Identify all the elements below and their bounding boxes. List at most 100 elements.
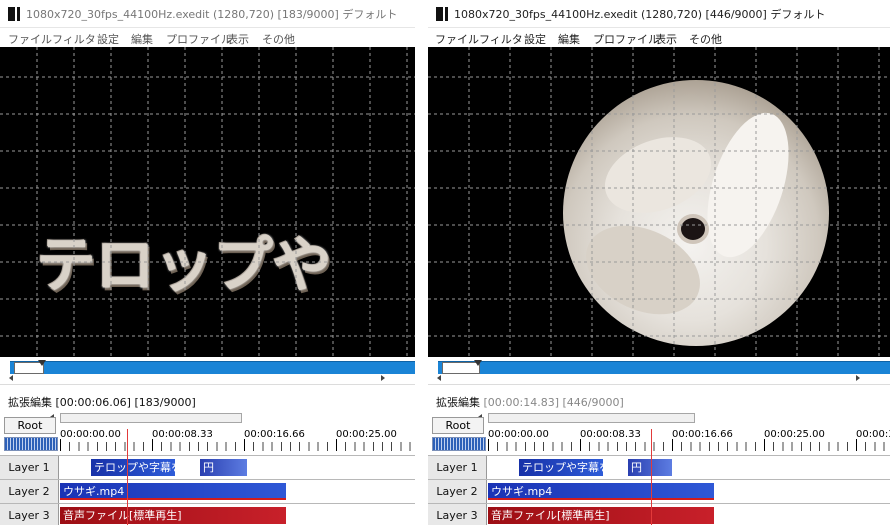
scroll-left-icon[interactable]: [437, 375, 441, 381]
circle-clip[interactable]: 円: [628, 459, 672, 476]
ruler-label: 00:00:16.66: [244, 429, 305, 440]
menu-file[interactable]: ファイル: [435, 31, 479, 47]
ruler-label: 00:00:16.66: [672, 429, 733, 440]
left-editor-window: 1080x720_30fps_44100Hz.exedit (1280,720)…: [0, 0, 415, 525]
layer-row: Layer 2 ウサギ.mp4: [0, 479, 415, 503]
app-icon: [436, 7, 448, 21]
title-bar: 1080x720_30fps_44100Hz.exedit (1280,720)…: [428, 0, 890, 27]
playhead[interactable]: [127, 429, 128, 525]
video-clip[interactable]: ウサギ.mp4: [60, 483, 286, 500]
layer-track[interactable]: ウサギ.mp4: [60, 480, 415, 503]
seek-bar[interactable]: [438, 360, 890, 374]
ruler-ticks: [60, 442, 415, 451]
menu-file[interactable]: ファイル: [8, 31, 52, 47]
layer-label[interactable]: Layer 3: [428, 504, 487, 525]
menu-profile[interactable]: プロファイル: [593, 31, 659, 47]
ruler-label: 00:00:08.33: [580, 429, 641, 440]
menu-other[interactable]: その他: [262, 31, 295, 47]
timeline-title: 拡張編集 [00:00:06.06] [183/9000]: [8, 396, 196, 409]
layer-row: Layer 1 テロップや字幕を入 円: [0, 455, 415, 479]
ruler-label: 00:00:3: [856, 429, 890, 440]
seek-pointer-icon: [38, 360, 46, 366]
right-editor-window: 1080x720_30fps_44100Hz.exedit (1280,720)…: [428, 0, 890, 525]
video-preview[interactable]: テロップや: [0, 47, 415, 357]
seek-pointer-icon: [474, 360, 482, 366]
menu-filter[interactable]: フィルタ: [52, 31, 96, 47]
circle-clip[interactable]: 円: [200, 459, 247, 476]
extended-edit-timeline: 拡張編集 [00:00:14.83] [446/9000] Root 00:00…: [428, 384, 890, 525]
layer-label[interactable]: Layer 1: [428, 456, 487, 479]
ruler-major-tick: [152, 439, 153, 451]
window-title: 1080x720_30fps_44100Hz.exedit (1280,720)…: [26, 8, 398, 21]
app-icon: [8, 7, 20, 21]
ruler-major-tick: [672, 439, 673, 451]
root-button[interactable]: Root: [4, 417, 56, 434]
seek-bar-area: [0, 357, 415, 384]
telop-clip[interactable]: テロップや字幕を入: [91, 459, 175, 476]
layer-row: Layer 3 音声ファイル[標準再生]: [0, 503, 415, 525]
audio-clip[interactable]: 音声ファイル[標準再生]: [60, 507, 286, 524]
ruler-label: 00:00:25.00: [336, 429, 397, 440]
ruler-major-tick: [856, 439, 857, 451]
menu-filter[interactable]: フィルタ: [479, 31, 523, 47]
scroll-right-icon[interactable]: [381, 375, 385, 381]
timeline-title-time: [00:00:14.83] [446/9000]: [483, 396, 624, 409]
layer-track[interactable]: テロップや字幕を入 円: [488, 456, 890, 479]
menu-bar: ファイル フィルタ 設定 編集 プロファイル 表示 その他: [0, 27, 415, 48]
ruler-label: 00:00:00.00: [488, 429, 549, 440]
extended-edit-timeline: 拡張編集 [00:00:06.06] [183/9000] Root 00:00…: [0, 384, 415, 525]
layer-track[interactable]: 音声ファイル[標準再生]: [488, 504, 890, 525]
ruler-major-tick: [488, 439, 489, 451]
layer-row: Layer 3 音声ファイル[標準再生]: [428, 503, 890, 525]
telop-clip[interactable]: テロップや字幕を入: [519, 459, 603, 476]
timeline-horizontal-scrollbar[interactable]: [488, 413, 695, 423]
layer-label[interactable]: Layer 2: [0, 480, 59, 503]
timeline-title-prefix: 拡張編集: [436, 396, 484, 409]
timeline-horizontal-scrollbar[interactable]: [60, 413, 242, 423]
menu-bar: ファイル フィルタ 設定 編集 プロファイル 表示 その他: [428, 27, 890, 48]
layer-track[interactable]: 音声ファイル[標準再生]: [60, 504, 415, 525]
window-title: 1080x720_30fps_44100Hz.exedit (1280,720)…: [454, 8, 826, 21]
ruler-label: 00:00:08.33: [152, 429, 213, 440]
seek-bar-area: [428, 357, 890, 384]
preview-grid: [0, 47, 415, 357]
seek-bar[interactable]: [10, 360, 415, 374]
menu-other[interactable]: その他: [689, 31, 722, 47]
video-preview[interactable]: [428, 47, 890, 357]
ruler-ticks: [488, 442, 890, 451]
audio-level-meter: [432, 437, 486, 451]
ruler-label: 00:00:25.00: [764, 429, 825, 440]
menu-edit[interactable]: 編集: [558, 31, 580, 47]
time-ruler[interactable]: 00:00:00.00 00:00:08.33 00:00:16.66 00:0…: [488, 429, 890, 451]
root-button[interactable]: Root: [432, 417, 484, 434]
layer-label[interactable]: Layer 3: [0, 504, 59, 525]
ruler-major-tick: [580, 439, 581, 451]
title-bar: 1080x720_30fps_44100Hz.exedit (1280,720)…: [0, 0, 415, 27]
menu-settings[interactable]: 設定: [97, 31, 119, 47]
timeline-title: 拡張編集 [00:00:14.83] [446/9000]: [436, 394, 624, 410]
ruler-major-tick: [60, 439, 61, 451]
layer-label[interactable]: Layer 2: [428, 480, 487, 503]
layer-label[interactable]: Layer 1: [0, 456, 59, 479]
audio-level-meter: [4, 437, 58, 451]
window-gap: [415, 0, 428, 525]
scroll-left-icon[interactable]: [9, 375, 13, 381]
playhead[interactable]: [651, 429, 652, 525]
menu-view[interactable]: 表示: [227, 31, 249, 47]
menu-settings[interactable]: 設定: [524, 31, 546, 47]
time-ruler[interactable]: 00:00:00.00 00:00:08.33 00:00:16.66 00:0…: [60, 429, 415, 451]
menu-edit[interactable]: 編集: [131, 31, 153, 47]
ruler-major-tick: [764, 439, 765, 451]
scroll-right-icon[interactable]: [856, 375, 860, 381]
layer-track[interactable]: テロップや字幕を入 円: [60, 456, 415, 479]
menu-profile[interactable]: プロファイル: [166, 31, 232, 47]
ruler-label: 00:00:00.00: [60, 429, 121, 440]
preview-grid: [428, 47, 890, 357]
menu-view[interactable]: 表示: [655, 31, 677, 47]
ruler-major-tick: [244, 439, 245, 451]
video-clip[interactable]: ウサギ.mp4: [488, 483, 714, 500]
ruler-major-tick: [336, 439, 337, 451]
layer-track[interactable]: ウサギ.mp4: [488, 480, 890, 503]
layer-row: Layer 1 テロップや字幕を入 円: [428, 455, 890, 479]
audio-clip[interactable]: 音声ファイル[標準再生]: [488, 507, 714, 524]
